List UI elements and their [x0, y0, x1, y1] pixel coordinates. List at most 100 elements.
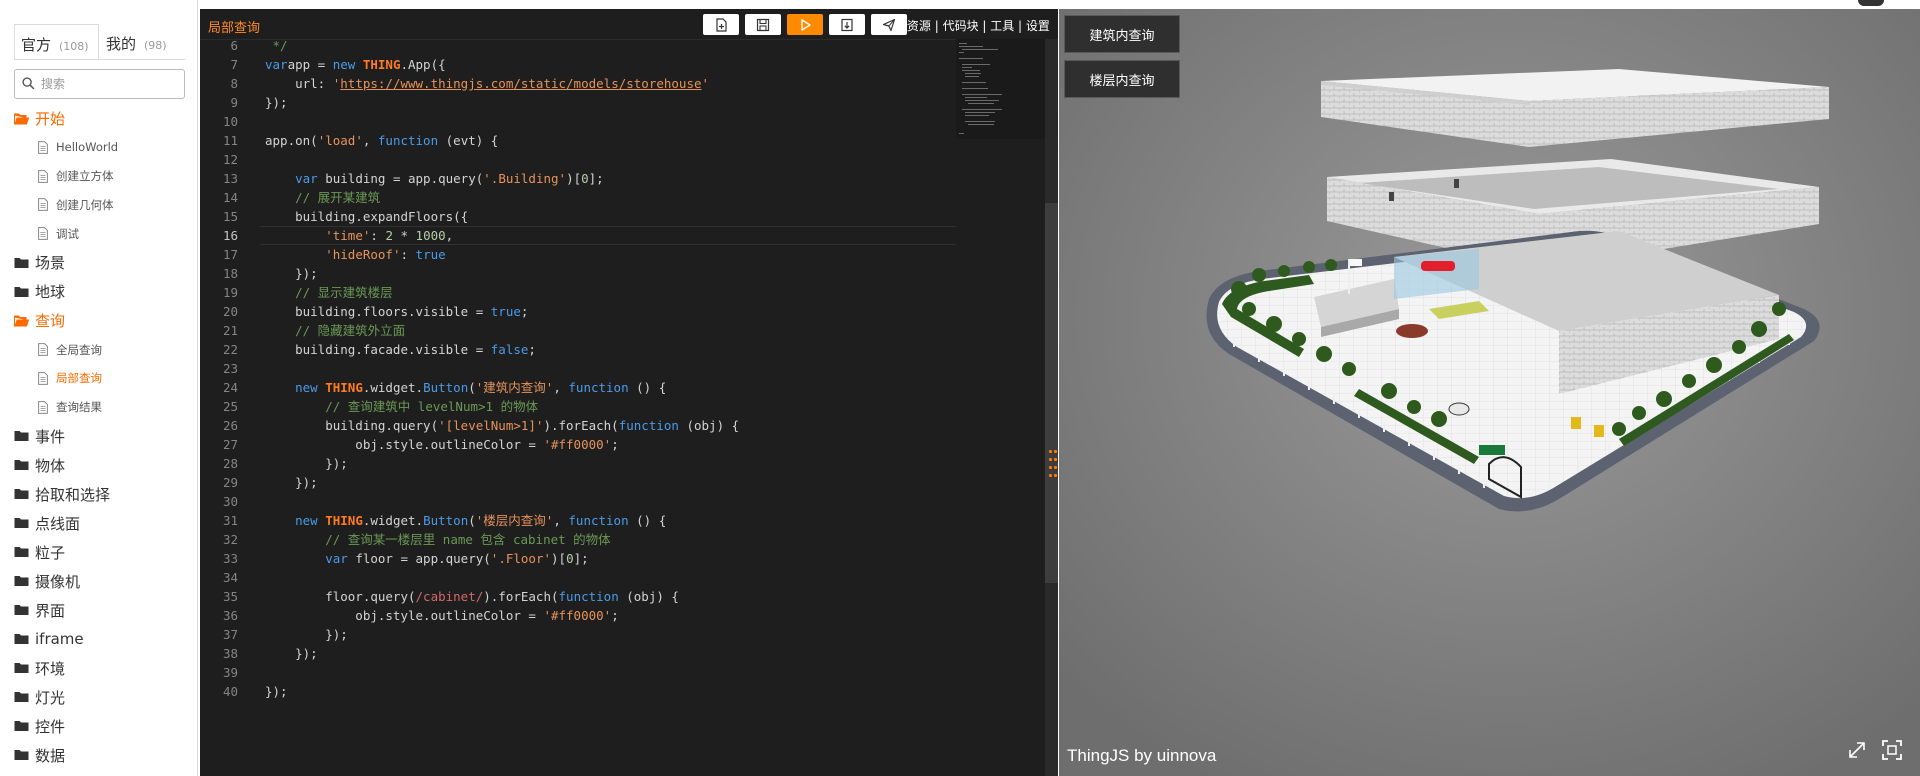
code-line[interactable]: 13 var building = app.query('.Building')…: [200, 169, 956, 188]
line-number: 38: [222, 646, 238, 661]
code-line[interactable]: 21 // 隐藏建筑外立面: [200, 321, 956, 340]
sidebar-folder[interactable]: 场景: [14, 248, 196, 277]
sidebar-item[interactable]: 创建立方体: [14, 162, 196, 191]
code-line[interactable]: 6 */: [200, 36, 956, 55]
code-line[interactable]: 10: [200, 112, 956, 131]
code-line[interactable]: 11 app.on('load', function (evt) {: [200, 131, 956, 150]
editor-menu-links[interactable]: || 资源 | 代码块 | 工具 | 设置: [895, 17, 1050, 34]
code-line[interactable]: 30: [200, 492, 956, 511]
sidebar-folder[interactable]: 点线面: [14, 509, 196, 538]
code-line[interactable]: 32 // 查询某一楼层里 name 包含 cabinet 的物体: [200, 530, 956, 549]
sidebar-folder[interactable]: 环境: [14, 654, 196, 683]
code-token: https://www.thingjs.com/static/models/st…: [340, 76, 702, 91]
code-line[interactable]: 16 'time': 2 * 1000,: [200, 226, 956, 245]
sidebar-folder[interactable]: 物体: [14, 451, 196, 480]
code-line[interactable]: 18 });: [200, 264, 956, 283]
code-line[interactable]: 22 building.facade.visible = false;: [200, 340, 956, 359]
sidebar-folder[interactable]: 数据: [14, 741, 196, 770]
code-line[interactable]: 26 building.query('[levelNum>1]').forEac…: [200, 416, 956, 435]
sidebar-folder[interactable]: 查询: [14, 306, 196, 335]
folder-icon: [14, 546, 35, 558]
code-line[interactable]: 27 obj.style.outlineColor = '#ff0000';: [200, 435, 956, 454]
example-tree: 开始 HelloWorld 创建立方体 创建几何体 调试 场景 地球 查询 全局查询 局部查询 查询…: [14, 104, 196, 770]
sidebar-folder[interactable]: 拾取和选择: [14, 480, 196, 509]
new-file-button[interactable]: [703, 14, 739, 35]
code-line[interactable]: 39: [200, 663, 956, 682]
code-line[interactable]: 20 building.floors.visible = true;: [200, 302, 956, 321]
code-line[interactable]: 36 obj.style.outlineColor = '#ff0000';: [200, 606, 956, 625]
code-line[interactable]: 9});: [200, 93, 956, 112]
code-line[interactable]: 19 // 显示建筑楼层: [200, 283, 956, 302]
code-minimap[interactable]: [956, 39, 1046, 139]
code-line[interactable]: 28 });: [200, 454, 956, 473]
code-token: true: [490, 304, 521, 319]
run-button[interactable]: [787, 14, 823, 35]
line-number: 32: [222, 532, 238, 547]
code-line[interactable]: 31 new THING.widget.Button('楼层内查询', func…: [200, 511, 956, 530]
code-line[interactable]: 15 building.expandFloors({: [200, 207, 956, 226]
collapse-icon[interactable]: [1846, 739, 1868, 761]
code-line[interactable]: 34: [200, 568, 956, 587]
building-query-button[interactable]: 建筑内查询: [1064, 15, 1180, 53]
sidebar-folder[interactable]: 控件: [14, 712, 196, 741]
sidebar-folder[interactable]: 灯光: [14, 683, 196, 712]
code-token: });: [265, 684, 288, 699]
tab-mine-label: 我的: [106, 35, 137, 53]
code-line[interactable]: 25 // 查询建筑中 levelNum>1 的物体: [200, 397, 956, 416]
tab-official[interactable]: 官方 (108): [14, 24, 99, 60]
fullscreen-icon[interactable]: [1881, 739, 1903, 761]
code-text: building.facade.visible = false;: [265, 340, 536, 359]
tab-mine[interactable]: 我的 (98): [100, 24, 190, 60]
code-line[interactable]: 12: [200, 150, 956, 169]
code-line[interactable]: 37 });: [200, 625, 956, 644]
user-avatar[interactable]: [1858, 0, 1884, 6]
code-area[interactable]: 6 */7 varapp = new THING.App({8 url: 'htt…: [200, 36, 956, 776]
sidebar-folder[interactable]: 地球: [14, 277, 196, 306]
sidebar-item[interactable]: HelloWorld: [14, 133, 196, 162]
editor-scrollbar[interactable]: [1045, 39, 1058, 776]
highlighted-cabinet[interactable]: [1421, 261, 1455, 271]
sidebar-item[interactable]: 创建几何体: [14, 191, 196, 220]
save-button[interactable]: [745, 14, 781, 35]
sidebar-folder[interactable]: iframe: [14, 625, 196, 654]
code-line[interactable]: 17 'hideRoof': true: [200, 245, 956, 264]
3d-viewport[interactable]: 建筑内查询 楼层内查询 ThingJS by uinnova: [1059, 9, 1920, 776]
code-line[interactable]: 8 url: 'https://www.thingjs.com/static/m…: [200, 74, 956, 93]
editor-scrollbar-thumb[interactable]: [1045, 203, 1058, 583]
sidebar-folder[interactable]: 事件: [14, 422, 196, 451]
code-token: building.expandFloors({: [265, 209, 469, 224]
code-line[interactable]: 24 new THING.widget.Button('建筑内查询', func…: [200, 378, 956, 397]
code-line[interactable]: 33 var floor = app.query('.Floor')[0];: [200, 549, 956, 568]
code-text: floor.query(/cabinet/).forEach(function …: [265, 587, 679, 606]
sidebar-item[interactable]: 查询结果: [14, 393, 196, 422]
sidebar-folder[interactable]: 开始: [14, 104, 196, 133]
file-icon: [38, 140, 56, 154]
3d-scene[interactable]: [1059, 9, 1920, 776]
code-token: '.Floor': [490, 551, 552, 566]
code-text: // 显示建筑楼层: [265, 283, 393, 302]
code-token: ;: [611, 608, 619, 623]
sidebar-folder[interactable]: 界面: [14, 596, 196, 625]
panel-splitter-handle[interactable]: [1049, 450, 1057, 484]
search-input[interactable]: [41, 74, 179, 94]
sidebar-item[interactable]: 全局查询: [14, 335, 196, 364]
sidebar-item[interactable]: 局部查询: [14, 364, 196, 393]
code-line[interactable]: 35 floor.query(/cabinet/).forEach(functi…: [200, 587, 956, 606]
export-button[interactable]: [829, 14, 865, 35]
code-line[interactable]: 23: [200, 359, 956, 378]
code-line[interactable]: 29 });: [200, 473, 956, 492]
folder-icon: [14, 257, 35, 269]
code-line[interactable]: 40});: [200, 682, 956, 701]
sidebar-folder[interactable]: 摄像机: [14, 567, 196, 596]
line-number: 28: [222, 456, 238, 471]
floor-query-button[interactable]: 楼层内查询: [1064, 60, 1180, 98]
code-text: */: [265, 36, 288, 55]
code-line[interactable]: 38 });: [200, 644, 956, 663]
code-line[interactable]: 14 // 展开某建筑: [200, 188, 956, 207]
sidebar-folder[interactable]: 粒子: [14, 538, 196, 567]
code-line[interactable]: 7 varapp = new THING.App({: [200, 55, 956, 74]
sidebar-item[interactable]: 调试: [14, 219, 196, 248]
line-number: 18: [222, 266, 238, 281]
